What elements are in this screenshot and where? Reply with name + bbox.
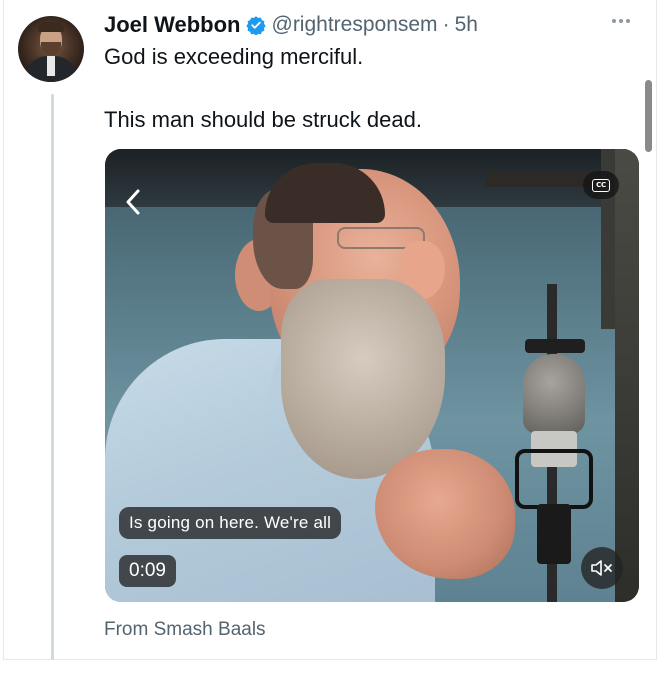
author-handle[interactable]: @rightresponsem: [272, 13, 438, 37]
microphone-base: [537, 504, 571, 564]
more-dot: [626, 19, 630, 23]
avatar[interactable]: [18, 16, 84, 82]
verified-badge-icon: [245, 16, 266, 35]
closed-captions-icon: CC: [592, 178, 610, 192]
closed-captions-button[interactable]: CC: [583, 171, 619, 199]
video-player[interactable]: CC Is going on here. We're all 0:09: [105, 149, 639, 602]
microphone-arm: [525, 339, 585, 353]
avatar-beard: [41, 42, 61, 55]
microphone-head: [523, 354, 585, 434]
volume-muted-icon: [591, 560, 612, 576]
microphone-mount: [515, 449, 593, 509]
video-duration: 0:09: [119, 555, 176, 587]
video-background-edge: [615, 149, 639, 602]
avatar-shirt: [47, 56, 55, 76]
video-caption: Is going on here. We're all: [119, 507, 342, 539]
scrollbar[interactable]: [645, 80, 652, 152]
author-name[interactable]: Joel Webbon: [104, 12, 241, 38]
mute-button[interactable]: [581, 547, 623, 589]
tweet-text-line-2: This man should be struck dead.: [104, 107, 422, 132]
tweet-card[interactable]: Joel Webbon @rightresponsem · 5h God is …: [0, 0, 660, 697]
thread-line: [51, 94, 54, 660]
avatar-hair: [38, 22, 64, 32]
tweet-header: Joel Webbon @rightresponsem · 5h: [104, 10, 478, 40]
more-options-icon[interactable]: [612, 19, 630, 23]
tweet-text-line-1: God is exceeding merciful.: [104, 44, 364, 69]
more-dot: [619, 19, 623, 23]
chevron-left-icon[interactable]: [123, 187, 143, 217]
more-dot: [612, 19, 616, 23]
tweet-timestamp[interactable]: 5h: [455, 13, 478, 37]
separator-dot: ·: [442, 13, 450, 36]
video-source-attribution[interactable]: From Smash Baals: [104, 619, 266, 641]
